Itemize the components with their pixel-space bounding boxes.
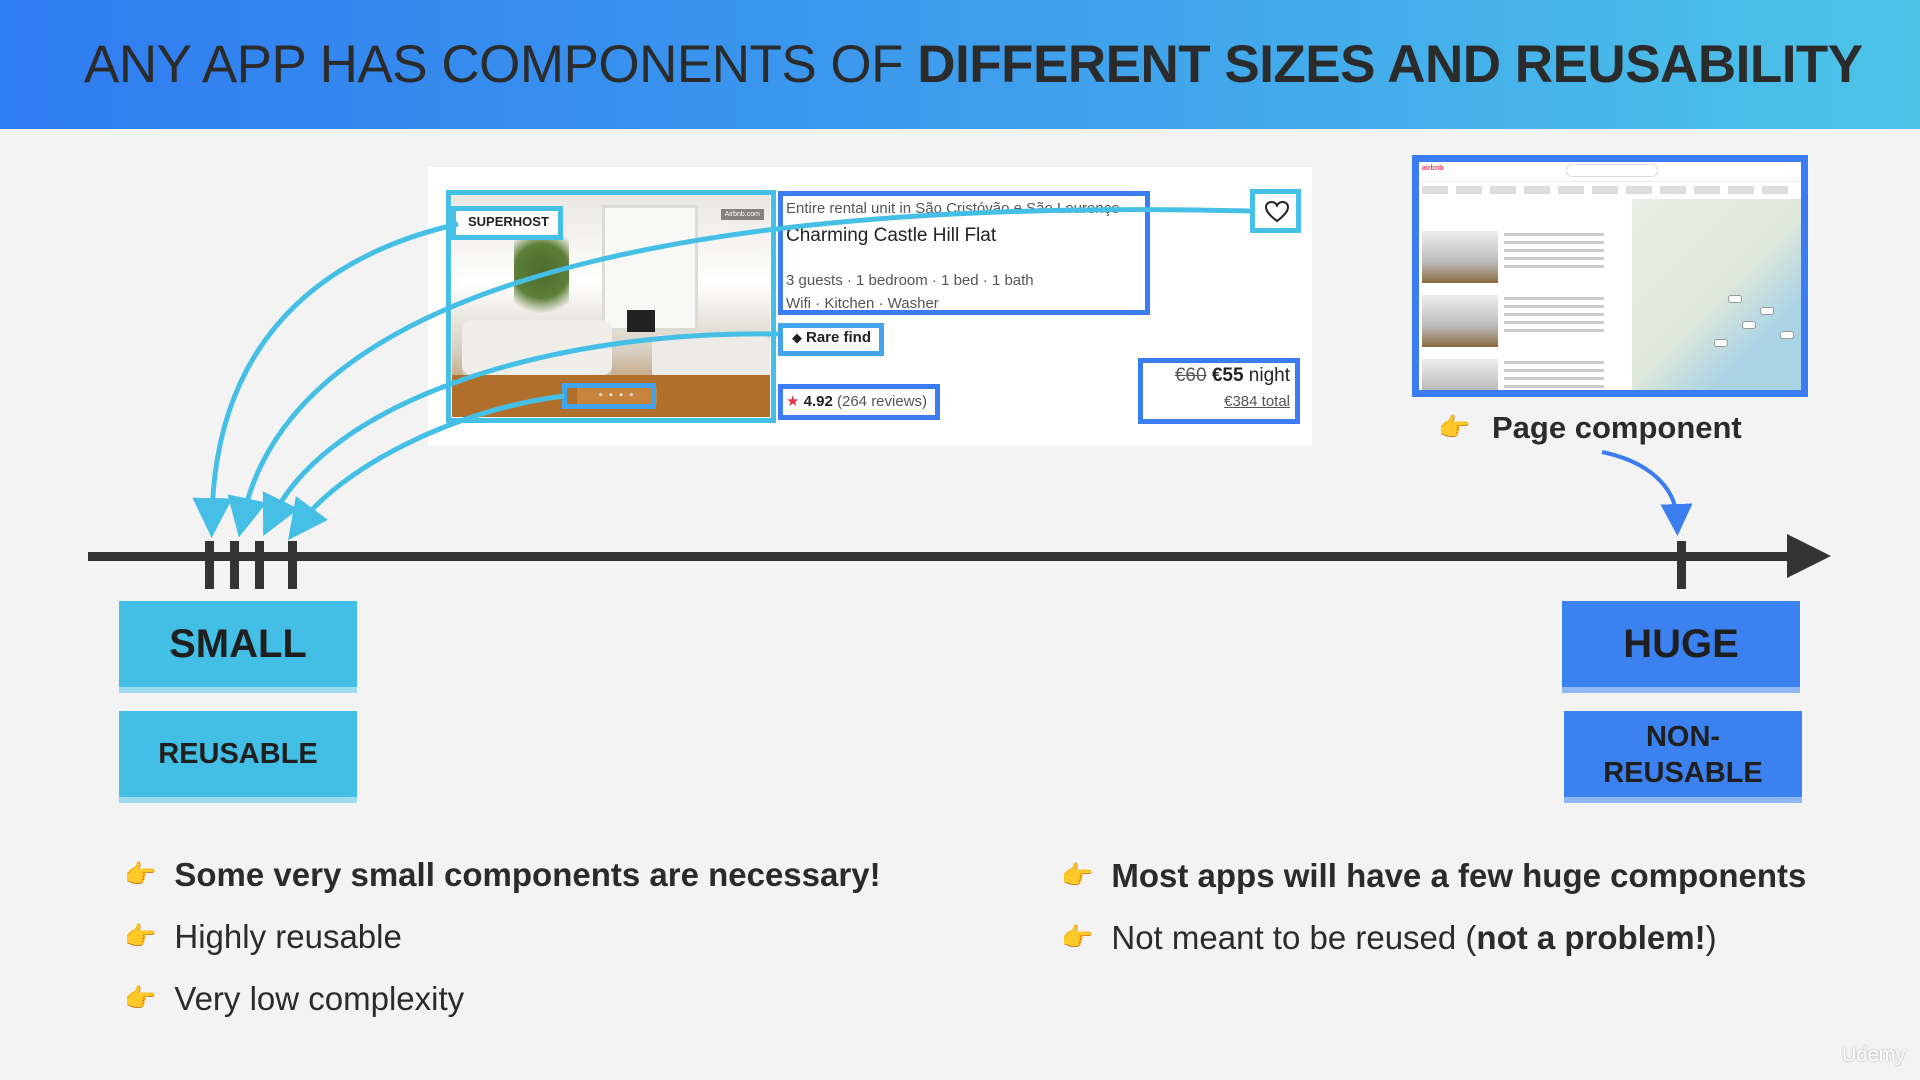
pointing-hand-icon: 👉 [124, 859, 157, 889]
arrow-dots [288, 393, 565, 541]
left-bullet-2-text: Highly reusable [174, 918, 402, 955]
axis-arrowhead [1787, 534, 1831, 578]
small-tag: SMALL [119, 601, 357, 687]
udemy-watermark: Udemy [1842, 1044, 1906, 1066]
pointing-hand-icon: 👉 [1061, 860, 1094, 890]
left-bullet-3-text: Very low complexity [174, 980, 465, 1017]
right-bullet-2-bold: not a problem! [1476, 919, 1706, 956]
pointing-hand-icon: 👉 [1061, 922, 1094, 952]
right-bullet-1-text: Most apps will have a few huge component… [1111, 857, 1807, 894]
arrow-superhost [192, 221, 459, 538]
left-bullet-1: 👉 Some very small components are necessar… [124, 856, 881, 894]
arrow-rare-find [262, 331, 779, 536]
pointing-hand-icon: 👉 [124, 921, 157, 951]
left-bullet-1-text: Some very small components are necessary… [174, 856, 881, 893]
reusable-tag: REUSABLE [119, 711, 357, 797]
pointing-hand-icon: 👉 [124, 983, 157, 1013]
huge-tag: HUGE [1562, 601, 1800, 687]
non-reusable-tag: NON- REUSABLE [1564, 711, 1802, 797]
axis-tick [1677, 541, 1686, 589]
arrow-page-component [1601, 450, 1693, 536]
size-axis [88, 552, 1788, 561]
right-bullet-1: 👉 Most apps will have a few huge componen… [1061, 857, 1806, 895]
right-bullet-2: 👉 Not meant to be reused (not a problem!) [1061, 919, 1717, 957]
non-reusable-line2: REUSABLE [1603, 757, 1763, 789]
axis-tick [230, 541, 239, 589]
axis-tick [255, 541, 264, 589]
axis-tick [288, 541, 297, 589]
left-bullet-3: 👉 Very low complexity [124, 980, 464, 1018]
axis-tick [205, 541, 214, 589]
right-bullet-2-end: ) [1705, 919, 1717, 956]
right-bullet-2-plain: Not meant to be reused ( [1111, 919, 1477, 956]
non-reusable-line1: NON- [1645, 721, 1721, 753]
arrow-heart [227, 207, 1251, 538]
left-bullet-2: 👉 Highly reusable [124, 918, 402, 956]
